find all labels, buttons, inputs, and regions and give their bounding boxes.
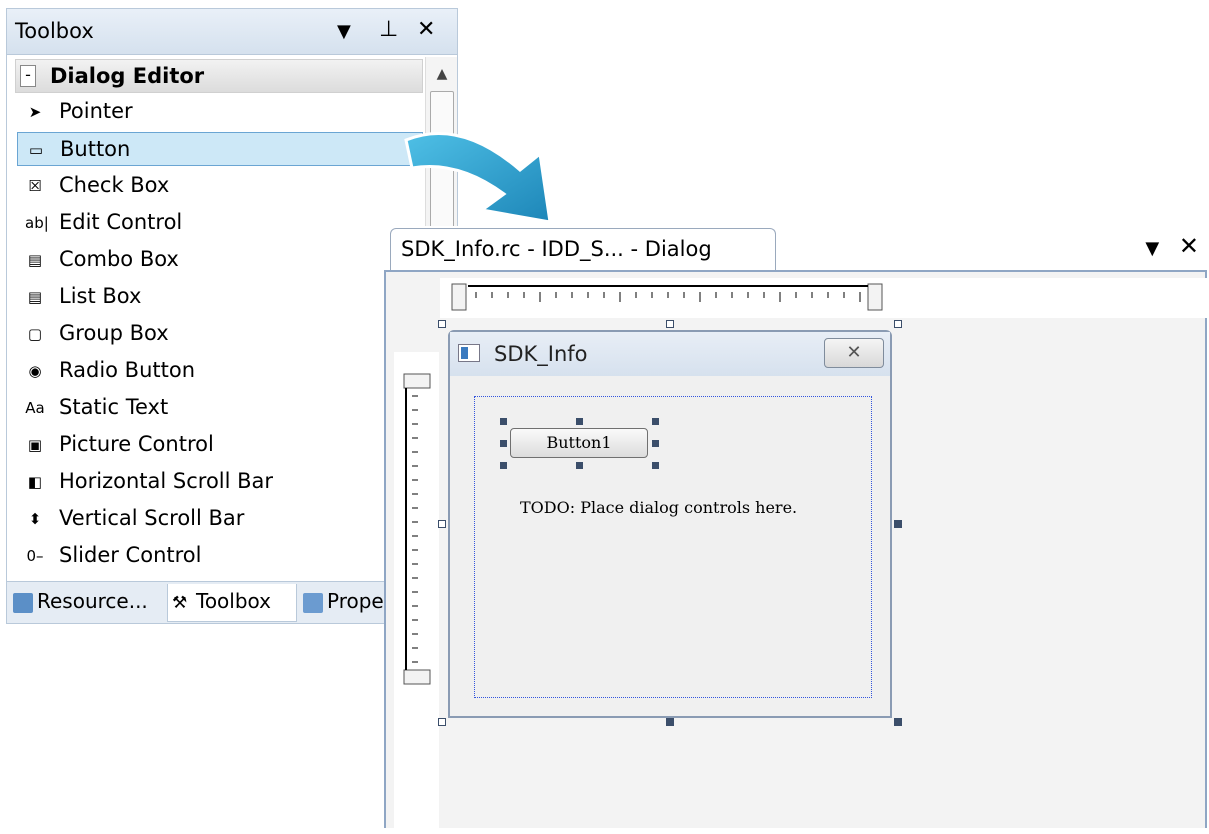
dialog-editor-section-header[interactable]: - Dialog Editor (15, 59, 423, 93)
edit-control-icon: ab| (25, 214, 49, 232)
radio-button-icon: ◉ (28, 362, 42, 380)
tool-label: Radio Button (59, 358, 196, 382)
dropdown-arrow-icon[interactable]: ▼ (337, 21, 351, 42)
horizontal-scroll-bar-icon: ◧ (27, 473, 43, 491)
toolbox-title-bar: Toolbox ▼ ⊥ ✕ (7, 9, 457, 55)
tool-list-box[interactable]: ▤ List Box (17, 280, 423, 314)
dropdown-arrow-icon[interactable]: ▼ (1145, 238, 1159, 259)
tool-label: Slider Control (59, 543, 202, 567)
section-label: Dialog Editor (50, 64, 205, 88)
tool-label: Static Text (59, 395, 169, 419)
resize-handle[interactable] (438, 718, 446, 726)
tool-label: List Box (59, 284, 142, 308)
tool-slider-control[interactable]: 0– Slider Control (17, 539, 423, 573)
resize-handle[interactable] (894, 520, 902, 528)
dialog-title: SDK_Info (494, 342, 588, 366)
list-box-icon: ▤ (27, 288, 43, 306)
selection-handle[interactable] (500, 462, 507, 469)
tool-pointer[interactable]: ➤ Pointer (17, 95, 423, 129)
selection-handle[interactable] (576, 462, 583, 469)
drag-arrow-icon (404, 132, 552, 224)
tool-radio-button[interactable]: ◉ Radio Button (17, 354, 423, 388)
tool-check-box[interactable]: ☒ Check Box (17, 169, 423, 203)
collapse-icon[interactable]: - (20, 65, 36, 87)
static-text-icon: Aa (25, 399, 45, 417)
button1-control[interactable]: Button1 (510, 428, 648, 458)
tab-label: Prope (327, 589, 384, 613)
resource-view-icon (13, 592, 33, 613)
resize-handle[interactable] (894, 320, 902, 328)
close-icon[interactable]: ✕ (1179, 232, 1199, 260)
selection-handle[interactable] (652, 418, 659, 425)
button-icon: ▭ (28, 141, 44, 159)
tool-label: Check Box (59, 173, 170, 197)
tab-label: Resource... (37, 589, 148, 613)
tool-edit-control[interactable]: ab| Edit Control (17, 206, 423, 240)
document-tab-label: SDK_Info.rc - IDD_S... - Dialog (401, 237, 712, 261)
selection-handle[interactable] (652, 462, 659, 469)
vertical-scroll-bar-icon: ⬍ (28, 510, 42, 528)
check-box-icon: ☒ (28, 177, 42, 195)
tool-horizontal-scroll-bar[interactable]: ◧ Horizontal Scroll Bar (17, 465, 423, 499)
close-icon[interactable]: ✕ (417, 17, 435, 42)
selection-handle[interactable] (652, 440, 659, 447)
pin-icon[interactable]: ⊥ (379, 17, 398, 42)
tool-label: Vertical Scroll Bar (59, 506, 245, 530)
tool-label: Combo Box (59, 247, 179, 271)
static-text-control[interactable]: TODO: Place dialog controls here. (520, 498, 797, 517)
tool-label: Picture Control (59, 432, 214, 456)
tab-label: Toolbox (196, 589, 271, 613)
dialog-editor-window: SDK_Info.rc - IDD_S... - Dialog ▼ ✕ SDK_… (384, 226, 1209, 830)
dialog-preview[interactable]: SDK_Info ✕ Button1 TODO: Place dialog co… (448, 330, 892, 718)
resize-handle[interactable] (438, 320, 446, 328)
resize-handle[interactable] (666, 718, 674, 726)
scroll-up-icon[interactable]: ▲ (426, 61, 458, 87)
resize-handle[interactable] (666, 320, 674, 328)
selection-handle[interactable] (576, 418, 583, 425)
tool-static-text[interactable]: Aa Static Text (17, 391, 423, 425)
toolbox-icon: ⚒ (172, 592, 188, 613)
dialog-app-icon (458, 344, 480, 362)
tool-vertical-scroll-bar[interactable]: ⬍ Vertical Scroll Bar (17, 502, 423, 536)
tool-picture-control[interactable]: ▣ Picture Control (17, 428, 423, 462)
dialog-design-surface[interactable]: SDK_Info ✕ Button1 TODO: Place dialog co… (384, 270, 1207, 830)
tool-label: Button (60, 137, 131, 161)
vertical-ruler-ticks (403, 373, 431, 685)
properties-icon (303, 592, 323, 613)
tab-resource-view[interactable]: Resource... (9, 584, 167, 622)
combo-box-icon: ▤ (27, 251, 43, 269)
selection-handle[interactable] (500, 440, 507, 447)
tool-group-box[interactable]: ▢ Group Box (17, 317, 423, 351)
horizontal-ruler-ticks (451, 283, 883, 311)
resize-handle[interactable] (438, 520, 446, 528)
tool-label: Pointer (59, 99, 133, 123)
horizontal-ruler[interactable] (440, 278, 1207, 318)
resize-handle[interactable] (894, 718, 902, 726)
selection-handle[interactable] (500, 418, 507, 425)
tool-combo-box[interactable]: ▤ Combo Box (17, 243, 423, 277)
document-window-controls: ▼ ✕ (1145, 232, 1199, 260)
picture-control-icon: ▣ (27, 436, 43, 454)
tool-label: Horizontal Scroll Bar (59, 469, 274, 493)
dialog-title-bar: SDK_Info ✕ (450, 332, 890, 376)
slider-control-icon: 0– (26, 547, 44, 565)
dialog-close-button[interactable]: ✕ (824, 338, 884, 368)
tool-button[interactable]: ▭ Button (17, 132, 423, 166)
tab-toolbox[interactable]: ⚒ Toolbox (167, 584, 297, 622)
toolbox-title: Toolbox (15, 19, 94, 43)
pointer-icon: ➤ (28, 103, 42, 121)
vertical-ruler[interactable] (394, 352, 439, 830)
group-box-icon: ▢ (27, 325, 43, 343)
tool-label: Group Box (59, 321, 169, 345)
tool-label: Edit Control (59, 210, 183, 234)
